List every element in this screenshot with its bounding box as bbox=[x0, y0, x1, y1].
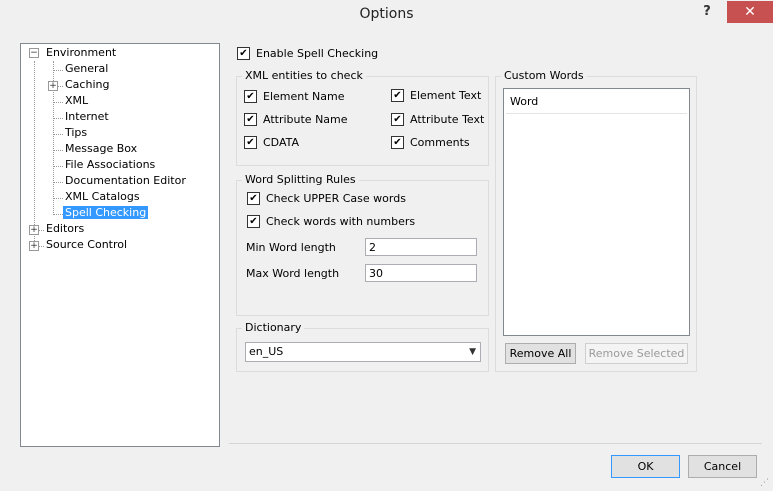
close-button[interactable]: ✕ bbox=[727, 1, 773, 23]
checkbox-label: Enable Spell Checking bbox=[256, 47, 379, 60]
help-button[interactable]: ? bbox=[693, 4, 721, 22]
checkbox-label: Check UPPER Case words bbox=[266, 192, 406, 205]
max-word-length-input[interactable]: 30 bbox=[365, 264, 477, 282]
tree-item-internet[interactable]: Internet bbox=[63, 109, 111, 125]
resize-grip-icon[interactable]: ⋰ bbox=[760, 478, 769, 488]
tree-item-environment[interactable]: Environment bbox=[44, 45, 118, 61]
tree-item-label: Documentation Editor bbox=[65, 174, 186, 187]
check-icon: ✔ bbox=[247, 214, 260, 228]
dictionary-select[interactable]: en_US ▼ bbox=[245, 342, 481, 362]
tree-item-label: Internet bbox=[65, 110, 109, 123]
options-tree[interactable]: − Environment General + Caching XML Inte… bbox=[20, 43, 220, 447]
tree-guide-line bbox=[53, 134, 63, 135]
tree-item-label: XML bbox=[65, 94, 89, 107]
tree-item-source-control[interactable]: Source Control bbox=[44, 237, 129, 253]
checkbox-label: Attribute Text bbox=[410, 113, 485, 126]
tree-item-message-box[interactable]: Message Box bbox=[63, 141, 139, 157]
tree-guide-line bbox=[53, 118, 63, 119]
tree-item-documentation-editor[interactable]: Documentation Editor bbox=[63, 173, 188, 189]
checkbox-label: Check words with numbers bbox=[266, 215, 416, 228]
attribute-text-checkbox[interactable]: ✔ Attribute Text bbox=[391, 112, 485, 129]
tree-item-tips[interactable]: Tips bbox=[63, 125, 89, 141]
check-numbers-checkbox[interactable]: ✔ Check words with numbers bbox=[247, 214, 416, 231]
element-name-checkbox[interactable]: ✔ Element Name bbox=[244, 89, 345, 106]
expand-icon[interactable]: + bbox=[48, 81, 58, 91]
tree-item-label: Environment bbox=[46, 46, 117, 59]
tree-guide-line bbox=[53, 102, 63, 103]
tree-item-label: Spell Checking bbox=[63, 206, 149, 219]
check-icon: ✔ bbox=[237, 46, 250, 60]
tree-item-label: Message Box bbox=[65, 142, 138, 155]
attribute-name-checkbox[interactable]: ✔ Attribute Name bbox=[244, 112, 348, 129]
remove-selected-button[interactable]: Remove Selected bbox=[585, 343, 688, 364]
tree-item-spell-checking[interactable]: Spell Checking bbox=[63, 205, 149, 221]
tree-guide-line bbox=[34, 61, 35, 247]
list-item[interactable]: Word bbox=[506, 91, 687, 114]
tree-item-label: Source Control bbox=[46, 238, 128, 251]
custom-words-list[interactable]: Word bbox=[503, 88, 690, 336]
min-word-length-label: Min Word length bbox=[246, 241, 336, 254]
options-dialog: Options ? ✕ − Environment General + Cach… bbox=[0, 0, 773, 491]
tree-item-file-associations[interactable]: File Associations bbox=[63, 157, 157, 173]
expand-icon[interactable]: + bbox=[29, 225, 39, 235]
tree-item-xml-catalogs[interactable]: XML Catalogs bbox=[63, 189, 142, 205]
group-label: Custom Words bbox=[501, 69, 587, 82]
tree-guide-line bbox=[53, 70, 63, 71]
tree-item-caching[interactable]: Caching bbox=[63, 77, 111, 93]
check-icon: ✔ bbox=[247, 191, 260, 205]
collapse-icon[interactable]: − bbox=[29, 48, 39, 58]
check-icon: ✔ bbox=[391, 112, 404, 126]
checkbox-label: Element Text bbox=[410, 89, 482, 102]
expand-icon[interactable]: + bbox=[29, 241, 39, 251]
tree-item-label: XML Catalogs bbox=[65, 190, 140, 203]
window-title: Options bbox=[359, 6, 414, 22]
tree-guide-line bbox=[53, 214, 63, 215]
checkbox-label: Element Name bbox=[263, 90, 345, 103]
tree-guide-line bbox=[53, 182, 63, 183]
element-text-checkbox[interactable]: ✔ Element Text bbox=[391, 88, 482, 105]
checkbox-label: Attribute Name bbox=[263, 113, 348, 126]
cdata-checkbox[interactable]: ✔ CDATA bbox=[244, 135, 300, 152]
title-bar[interactable]: Options ? ✕ bbox=[0, 0, 773, 31]
enable-spell-checking-checkbox[interactable]: ✔ Enable Spell Checking bbox=[237, 46, 379, 63]
tree-guide-line bbox=[53, 198, 63, 199]
tree-item-label: Caching bbox=[65, 78, 110, 91]
tree-item-label: General bbox=[65, 62, 109, 75]
min-word-length-input[interactable]: 2 bbox=[365, 238, 477, 256]
checkbox-label: CDATA bbox=[263, 136, 300, 149]
cancel-button[interactable]: Cancel bbox=[688, 455, 757, 478]
check-icon: ✔ bbox=[391, 88, 404, 102]
chevron-down-icon: ▼ bbox=[469, 347, 476, 357]
check-icon: ✔ bbox=[391, 135, 404, 149]
tree-item-general[interactable]: General bbox=[63, 61, 110, 77]
check-icon: ✔ bbox=[244, 135, 257, 149]
group-label: Dictionary bbox=[242, 321, 305, 334]
tree-item-label: Tips bbox=[65, 126, 88, 139]
ok-button[interactable]: OK bbox=[611, 455, 680, 478]
tree-item-label: Editors bbox=[46, 222, 85, 235]
checkbox-label: Comments bbox=[410, 136, 470, 149]
check-upper-case-checkbox[interactable]: ✔ Check UPPER Case words bbox=[247, 191, 406, 208]
tree-item-editors[interactable]: Editors bbox=[44, 221, 86, 237]
tree-item-xml[interactable]: XML bbox=[63, 93, 90, 109]
tree-item-label: File Associations bbox=[65, 158, 156, 171]
remove-all-button[interactable]: Remove All bbox=[505, 343, 576, 364]
tree-guide-line bbox=[53, 150, 63, 151]
max-word-length-label: Max Word length bbox=[246, 267, 340, 280]
comments-checkbox[interactable]: ✔ Comments bbox=[391, 135, 470, 152]
dictionary-value: en_US bbox=[249, 345, 284, 358]
group-label: Word Splitting Rules bbox=[242, 173, 359, 186]
group-label: XML entities to check bbox=[242, 69, 366, 82]
footer-separator bbox=[229, 443, 762, 444]
check-icon: ✔ bbox=[244, 89, 257, 103]
check-icon: ✔ bbox=[244, 112, 257, 126]
tree-guide-line bbox=[53, 166, 63, 167]
